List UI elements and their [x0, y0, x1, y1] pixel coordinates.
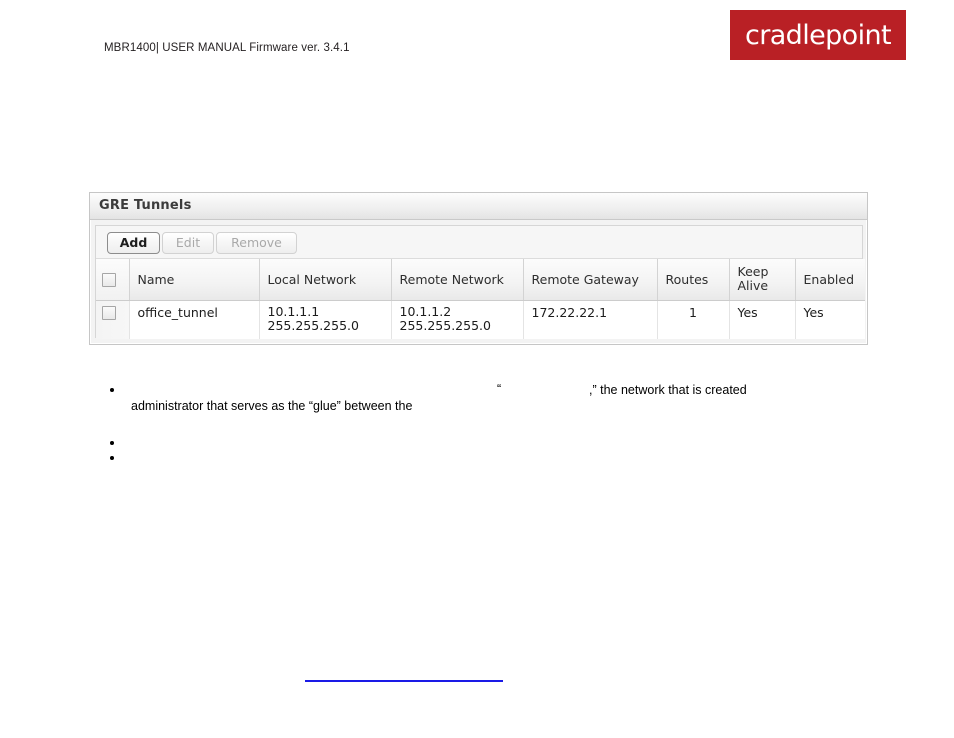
select-all-header[interactable] — [96, 259, 130, 301]
bullet-marker-2 — [110, 441, 114, 445]
cell-keep-alive: Yes — [729, 300, 796, 339]
column-header-remote-gateway[interactable]: Remote Gateway — [523, 259, 658, 301]
column-header-keep-alive[interactable]: Keep Alive — [729, 259, 796, 301]
gre-tunnels-panel: GRE Tunnels Add Edit Remove Name Local N… — [89, 192, 868, 345]
cradlepoint-logo-text: cradlepoint — [744, 19, 892, 51]
add-button[interactable]: Add — [107, 232, 160, 254]
gre-tunnels-table: Name Local Network Remote Network Remote… — [96, 259, 865, 339]
bullet-1-text-tail: ,” the network that is created — [589, 383, 747, 397]
cell-enabled: Yes — [795, 300, 865, 339]
hyperlink-underline[interactable] — [305, 680, 503, 682]
select-all-checkbox[interactable] — [102, 273, 116, 287]
local-network-ip: 10.1.1.1 — [267, 303, 320, 319]
local-network-mask: 255.255.255.0 — [267, 317, 359, 333]
column-header-local-network[interactable]: Local Network — [259, 259, 392, 301]
cell-local-network: 10.1.1.1 255.255.255.0 — [259, 300, 392, 339]
table-row[interactable]: office_tunnel 10.1.1.1 255.255.255.0 10.… — [96, 300, 865, 339]
cradlepoint-logo: cradlepoint — [730, 10, 906, 60]
page-header: MBR1400| USER MANUAL Firmware ver. 3.4.1… — [0, 0, 954, 80]
cell-remote-network: 10.1.1.2 255.255.255.0 — [391, 300, 524, 339]
bullet-marker-1 — [110, 388, 114, 392]
table-header-row: Name Local Network Remote Network Remote… — [96, 259, 865, 301]
panel-body: Add Edit Remove Name Local Network Remot… — [95, 225, 865, 339]
column-header-routes[interactable]: Routes — [657, 259, 730, 301]
column-header-enabled[interactable]: Enabled — [795, 259, 865, 301]
bullet-1-quote-open: “ — [497, 382, 502, 396]
column-header-name[interactable]: Name — [129, 259, 260, 301]
panel-title-bar: GRE Tunnels — [90, 193, 867, 220]
document-header-text: MBR1400| USER MANUAL Firmware ver. 3.4.1 — [104, 42, 350, 54]
cell-name: office_tunnel — [129, 300, 260, 339]
panel-title-label: GRE Tunnels — [99, 198, 192, 213]
row-select-checkbox[interactable] — [102, 306, 116, 320]
column-header-remote-network[interactable]: Remote Network — [391, 259, 524, 301]
remote-network-ip: 10.1.1.2 — [399, 303, 452, 319]
cell-routes: 1 — [657, 300, 730, 339]
body-content: “ ,” the network that is created adminis… — [0, 0, 954, 738]
keep-alive-header-line1: Keep — [737, 264, 769, 280]
table-toolbar: Add Edit Remove — [96, 226, 862, 259]
edit-button[interactable]: Edit — [162, 232, 214, 254]
remote-network-mask: 255.255.255.0 — [399, 317, 491, 333]
bullet-marker-3 — [110, 456, 114, 460]
keep-alive-header-line2: Alive — [737, 278, 769, 294]
remove-button[interactable]: Remove — [216, 232, 297, 254]
row-select-cell[interactable] — [96, 300, 130, 339]
bullet-1-text-line2: administrator that serves as the “glue” … — [131, 399, 413, 413]
cell-remote-gateway: 172.22.22.1 — [523, 300, 658, 339]
